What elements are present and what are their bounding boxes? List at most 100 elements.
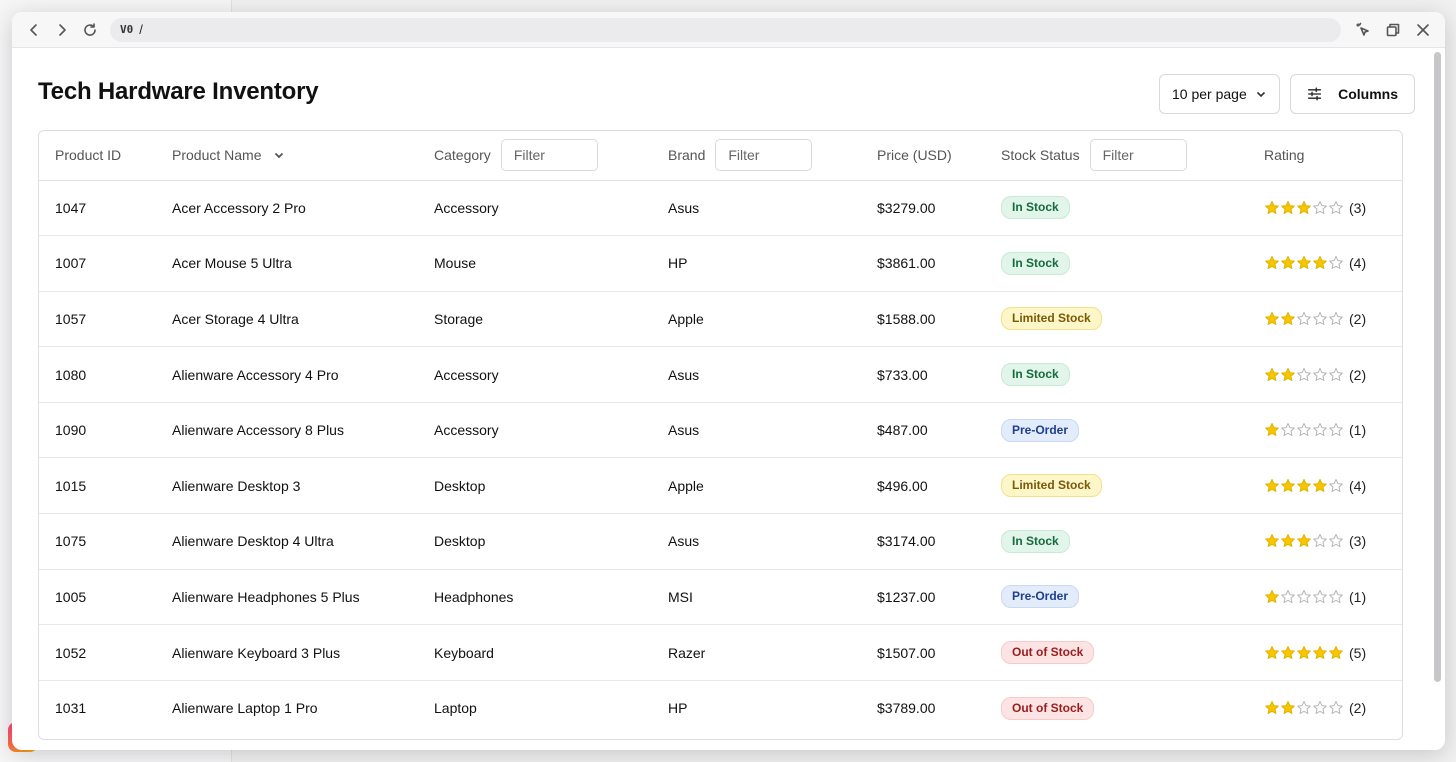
chevron-left-icon bbox=[30, 23, 37, 36]
star-filled-icon bbox=[1281, 701, 1295, 715]
cell-brand: Apple bbox=[668, 291, 877, 348]
table-row[interactable]: 1047 Acer Accessory 2 Pro Accessory Asus $32… bbox=[39, 180, 1402, 237]
cell-product-id: 1090 bbox=[39, 402, 172, 459]
cell-category: Keyboard bbox=[434, 624, 668, 681]
star-rating: (5) bbox=[1264, 645, 1402, 661]
cell-product-name: Alienware Accessory 4 Pro bbox=[172, 346, 434, 403]
cell-product-name: Alienware Laptop 1 Pro bbox=[172, 700, 318, 717]
rating-count: (2) bbox=[1349, 366, 1367, 383]
star-filled-icon bbox=[1265, 200, 1279, 214]
star-empty-icon bbox=[1329, 478, 1343, 492]
cell-stock-status: In Stock bbox=[1001, 180, 1264, 237]
url-bar[interactable]: V0 / bbox=[110, 17, 1341, 42]
cell-product-id: 1080 bbox=[39, 346, 172, 403]
star-empty-icon bbox=[1281, 589, 1295, 603]
status-badge: Out of Stock bbox=[1001, 696, 1095, 720]
cell-product-name: Alienware Headphones 5 Plus bbox=[172, 569, 434, 626]
v0-logo-icon: V0 bbox=[120, 23, 134, 36]
header-product-id[interactable]: Product ID bbox=[39, 131, 172, 181]
table-row[interactable]: 1015 Alienware Desktop 3 Desktop Apple $496.… bbox=[39, 457, 1402, 515]
star-filled-icon bbox=[1281, 256, 1295, 270]
category-filter-input[interactable] bbox=[500, 139, 598, 172]
rating-count: (1) bbox=[1349, 588, 1367, 605]
cell-stock-status: Out of Stock bbox=[1001, 680, 1264, 736]
star-filled-icon bbox=[1313, 256, 1327, 270]
status-badge: In Stock bbox=[1001, 251, 1070, 275]
cell-category: Laptop bbox=[434, 700, 477, 717]
back-button[interactable] bbox=[20, 16, 48, 44]
chevron-down-icon bbox=[1256, 91, 1266, 98]
cell-rating: (3) bbox=[1264, 513, 1402, 570]
cell-brand: Asus bbox=[668, 346, 877, 403]
header-stock-status: Stock Status bbox=[1001, 131, 1264, 181]
cell-stock-status: In Stock bbox=[1001, 513, 1264, 570]
page-scrollbar[interactable] bbox=[1434, 52, 1441, 682]
header-label: Stock Status bbox=[1001, 147, 1080, 164]
cell-product-name: Alienware Desktop 3 bbox=[172, 457, 434, 515]
cell-stock-status: Limited Stock bbox=[1001, 457, 1264, 515]
rating-count: (2) bbox=[1349, 700, 1367, 717]
table-row[interactable]: 1090 Alienware Accessory 8 Plus Accessory A… bbox=[39, 402, 1402, 459]
header-rating[interactable]: Rating bbox=[1264, 131, 1402, 181]
star-rating: (2) bbox=[1264, 700, 1402, 716]
star-filled-icon bbox=[1281, 311, 1295, 325]
cell-brand: MSI bbox=[668, 569, 877, 626]
browser-toolbar: V0 / bbox=[12, 12, 1445, 48]
star-empty-icon bbox=[1329, 256, 1343, 270]
star-filled-icon bbox=[1265, 701, 1279, 715]
table-row[interactable]: 1080 Alienware Accessory 4 Pro Accessory As… bbox=[39, 346, 1402, 403]
columns-button[interactable]: Columns bbox=[1290, 74, 1415, 114]
table-row[interactable]: 1005 Alienware Headphones 5 Plus Headphone… bbox=[39, 569, 1402, 626]
star-empty-icon bbox=[1329, 589, 1343, 603]
select-element-button[interactable] bbox=[1349, 16, 1377, 44]
header-product-name[interactable]: Product Name bbox=[172, 131, 434, 181]
star-empty-icon bbox=[1329, 423, 1343, 437]
cell-price: $496.00 bbox=[877, 457, 1001, 515]
stock-status-filter-input[interactable] bbox=[1089, 139, 1187, 172]
header-label: Product Name bbox=[172, 147, 262, 164]
per-page-label: 10 per page bbox=[1172, 86, 1247, 102]
status-badge: In Stock bbox=[1001, 196, 1070, 220]
sliders-icon bbox=[1308, 87, 1322, 101]
table-row[interactable]: 1031 Alienware Laptop 1 Pro Laptop HP $3789.… bbox=[39, 680, 1402, 736]
reload-button[interactable] bbox=[76, 16, 104, 44]
cell-product-id: 1057 bbox=[39, 291, 172, 348]
open-new-window-button[interactable] bbox=[1379, 16, 1407, 44]
table-row[interactable]: 1007 Acer Mouse 5 Ultra Mouse HP $3861.00 In … bbox=[39, 235, 1402, 292]
header-price[interactable]: Price (USD) bbox=[877, 131, 1001, 181]
header-label: Price (USD) bbox=[877, 147, 952, 164]
star-rating: (1) bbox=[1264, 422, 1402, 438]
star-filled-icon bbox=[1281, 478, 1295, 492]
star-filled-icon bbox=[1297, 534, 1311, 548]
star-filled-icon bbox=[1265, 645, 1279, 659]
star-rating: (2) bbox=[1264, 367, 1402, 383]
status-badge: In Stock bbox=[1001, 529, 1070, 553]
table-row[interactable]: 1075 Alienware Desktop 4 Ultra Desktop Asus… bbox=[39, 513, 1402, 570]
cell-brand: Razer bbox=[668, 624, 877, 681]
cell-category: Headphones bbox=[434, 569, 668, 626]
cell-product-id: 1047 bbox=[39, 180, 172, 237]
table-row[interactable]: 1057 Acer Storage 4 Ultra Storage Apple $158… bbox=[39, 291, 1402, 348]
status-badge: Limited Stock bbox=[1001, 474, 1102, 498]
brand-filter-input[interactable] bbox=[715, 139, 813, 172]
star-filled-icon bbox=[1297, 478, 1311, 492]
cell-product-name: Alienware Accessory 8 Plus bbox=[172, 402, 434, 459]
star-filled-icon bbox=[1297, 256, 1311, 270]
star-empty-icon bbox=[1281, 423, 1295, 437]
cell-rating: (1) bbox=[1264, 569, 1402, 626]
cell-rating: (2) bbox=[1264, 346, 1402, 403]
header-label: Rating bbox=[1264, 147, 1305, 164]
cell-product-name: Acer Storage 4 Ultra bbox=[172, 291, 434, 348]
cell-category: Accessory bbox=[434, 402, 668, 459]
star-filled-icon bbox=[1281, 645, 1295, 659]
forward-button[interactable] bbox=[48, 16, 76, 44]
table-row[interactable]: 1052 Alienware Keyboard 3 Plus Keyboard Raz… bbox=[39, 624, 1402, 681]
close-window-button[interactable] bbox=[1409, 16, 1437, 44]
cell-price: $3279.00 bbox=[877, 180, 1001, 237]
star-filled-icon bbox=[1265, 478, 1279, 492]
per-page-select[interactable]: 10 per page bbox=[1159, 74, 1280, 114]
cell-rating: (2) bbox=[1264, 680, 1402, 736]
star-filled-icon bbox=[1265, 423, 1279, 437]
status-badge: In Stock bbox=[1001, 363, 1070, 387]
cell-product-name: Alienware Desktop 4 Ultra bbox=[172, 513, 434, 570]
